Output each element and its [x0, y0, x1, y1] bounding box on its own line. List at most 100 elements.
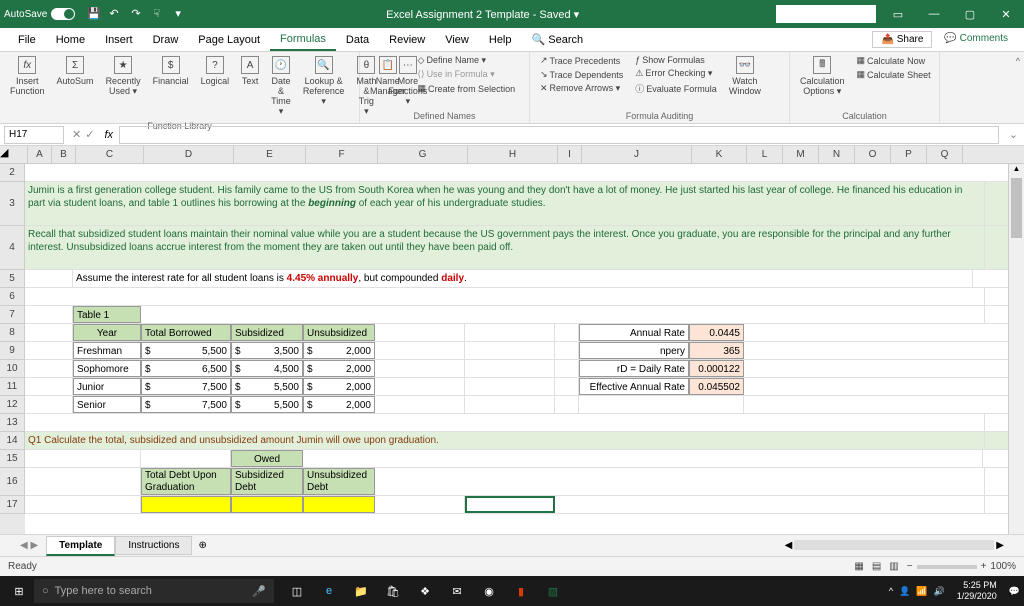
- sheet-scroll-left-icon[interactable]: ◀: [785, 540, 793, 551]
- cells-area[interactable]: Jumin is a first generation college stud…: [25, 164, 1024, 534]
- calculate-sheet-button[interactable]: ▦ Calculate Sheet: [853, 68, 935, 81]
- insert-function-button[interactable]: fxInsert Function: [6, 54, 49, 98]
- row-header-9[interactable]: 9: [0, 342, 25, 360]
- close-icon[interactable]: ✕: [992, 4, 1020, 24]
- row-header-15[interactable]: 15: [0, 450, 25, 468]
- save-icon[interactable]: 💾: [87, 7, 101, 21]
- selected-cell-h17[interactable]: [465, 496, 555, 513]
- row-header-10[interactable]: 10: [0, 360, 25, 378]
- calculation-options-button[interactable]: 🖩Calculation Options ▾: [796, 54, 849, 99]
- menu-home[interactable]: Home: [46, 30, 95, 50]
- vertical-scrollbar[interactable]: ▲: [1008, 164, 1024, 534]
- evaluate-formula-button[interactable]: ⓘ Evaluate Formula: [631, 81, 721, 96]
- row-header-6[interactable]: 6: [0, 288, 25, 306]
- tray-chevron-icon[interactable]: ^: [889, 586, 893, 596]
- share-button[interactable]: 📤 Share: [872, 31, 932, 48]
- sheet-tab-template[interactable]: Template: [46, 536, 115, 556]
- minimize-icon[interactable]: —: [920, 4, 948, 24]
- menu-search[interactable]: 🔍 Search: [522, 29, 594, 50]
- start-button[interactable]: ⊞: [4, 576, 34, 606]
- col-header-J[interactable]: J: [582, 146, 692, 163]
- col-header-H[interactable]: H: [468, 146, 558, 163]
- menu-review[interactable]: Review: [379, 30, 435, 50]
- qat-more-icon[interactable]: ▾: [175, 7, 189, 21]
- col-header-A[interactable]: A: [28, 146, 52, 163]
- zoom-out-icon[interactable]: −: [907, 561, 913, 572]
- col-header-B[interactable]: B: [52, 146, 76, 163]
- edge-icon[interactable]: e: [314, 576, 344, 606]
- page-layout-view-icon[interactable]: ▤: [872, 561, 881, 572]
- collapse-ribbon-icon[interactable]: ^: [1012, 52, 1024, 123]
- col-header-O[interactable]: O: [855, 146, 891, 163]
- menu-file[interactable]: File: [8, 30, 46, 50]
- trace-dependents-button[interactable]: ↘ Trace Dependents: [536, 68, 627, 81]
- text-button[interactable]: AText: [237, 54, 263, 88]
- financial-button[interactable]: $Financial: [149, 54, 193, 88]
- trace-precedents-button[interactable]: ↗ Trace Precedents: [536, 54, 627, 67]
- store-icon[interactable]: 🛍: [378, 576, 408, 606]
- excel-icon[interactable]: ▧: [538, 576, 568, 606]
- formula-input[interactable]: [119, 126, 999, 144]
- zoom-slider[interactable]: [917, 565, 977, 569]
- row-header-14[interactable]: 14: [0, 432, 25, 450]
- page-break-view-icon[interactable]: ▥: [889, 561, 898, 572]
- define-name-button[interactable]: ◇ Define Name ▾: [414, 54, 520, 67]
- office-icon[interactable]: ▮: [506, 576, 536, 606]
- normal-view-icon[interactable]: ▦: [854, 561, 863, 572]
- col-header-G[interactable]: G: [378, 146, 468, 163]
- touch-mode-icon[interactable]: ☟: [153, 7, 167, 21]
- col-header-D[interactable]: D: [144, 146, 234, 163]
- sheet-tab-instructions[interactable]: Instructions: [115, 536, 192, 555]
- name-manager-button[interactable]: 📋Name Manager: [366, 54, 410, 98]
- taskbar-search[interactable]: ○ Type here to search 🎤: [34, 579, 274, 603]
- row-header-13[interactable]: 13: [0, 414, 25, 432]
- watch-window-button[interactable]: 👓Watch Window: [725, 54, 765, 98]
- menu-help[interactable]: Help: [479, 30, 522, 50]
- col-header-M[interactable]: M: [783, 146, 819, 163]
- row-header-12[interactable]: 12: [0, 396, 25, 414]
- autosum-button[interactable]: ΣAutoSum: [53, 54, 98, 88]
- create-from-selection-button[interactable]: ▦ Create from Selection: [414, 82, 520, 95]
- date-time-button[interactable]: 🕐Date & Time ▾: [267, 54, 295, 119]
- row-header-8[interactable]: 8: [0, 324, 25, 342]
- row-header-7[interactable]: 7: [0, 306, 25, 324]
- ribbon-display-icon[interactable]: ▭: [884, 4, 912, 24]
- use-in-formula-button[interactable]: ⟨⟩ Use in Formula ▾: [414, 68, 520, 81]
- show-formulas-button[interactable]: ƒ Show Formulas: [631, 54, 721, 66]
- zoom-level[interactable]: 100%: [990, 561, 1016, 572]
- col-header-L[interactable]: L: [747, 146, 783, 163]
- undo-icon[interactable]: ↶: [109, 7, 123, 21]
- row-header-3[interactable]: 3: [0, 182, 25, 226]
- row-header-4[interactable]: 4: [0, 226, 25, 270]
- title-search-box[interactable]: [776, 5, 876, 23]
- calculate-now-button[interactable]: ▦ Calculate Now: [853, 54, 935, 67]
- total-debt-input[interactable]: [141, 496, 231, 513]
- mail-icon[interactable]: ✉: [442, 576, 472, 606]
- explorer-icon[interactable]: 📁: [346, 576, 376, 606]
- dropbox-icon[interactable]: ❖: [410, 576, 440, 606]
- task-view-icon[interactable]: ◫: [282, 576, 312, 606]
- subsidized-debt-input[interactable]: [231, 496, 303, 513]
- chrome-icon[interactable]: ◉: [474, 576, 504, 606]
- tray-people-icon[interactable]: 👤: [899, 586, 910, 597]
- col-header-K[interactable]: K: [692, 146, 747, 163]
- col-header-C[interactable]: C: [76, 146, 144, 163]
- menu-draw[interactable]: Draw: [143, 30, 189, 50]
- menu-insert[interactable]: Insert: [95, 30, 143, 50]
- logical-button[interactable]: ?Logical: [197, 54, 234, 88]
- taskbar-clock[interactable]: 5:25 PM 1/29/2020: [951, 580, 1003, 602]
- row-header-16[interactable]: 16: [0, 468, 25, 496]
- recently-used-button[interactable]: ★Recently Used ▾: [102, 54, 145, 99]
- col-header-Q[interactable]: Q: [927, 146, 963, 163]
- add-sheet-icon[interactable]: ⊕: [198, 540, 206, 551]
- notifications-icon[interactable]: 💬: [1009, 586, 1020, 597]
- row-header-17[interactable]: 17: [0, 496, 25, 514]
- lookup-button[interactable]: 🔍Lookup & Reference ▾: [299, 54, 349, 109]
- enter-formula-icon[interactable]: ✓: [85, 128, 94, 141]
- autosave-toggle[interactable]: AutoSave: [4, 8, 75, 20]
- tray-wifi-icon[interactable]: 📶: [916, 586, 927, 597]
- col-header-N[interactable]: N: [819, 146, 855, 163]
- unsubsidized-debt-input[interactable]: [303, 496, 375, 513]
- remove-arrows-button[interactable]: ✕ Remove Arrows ▾: [536, 82, 627, 95]
- col-header-E[interactable]: E: [234, 146, 306, 163]
